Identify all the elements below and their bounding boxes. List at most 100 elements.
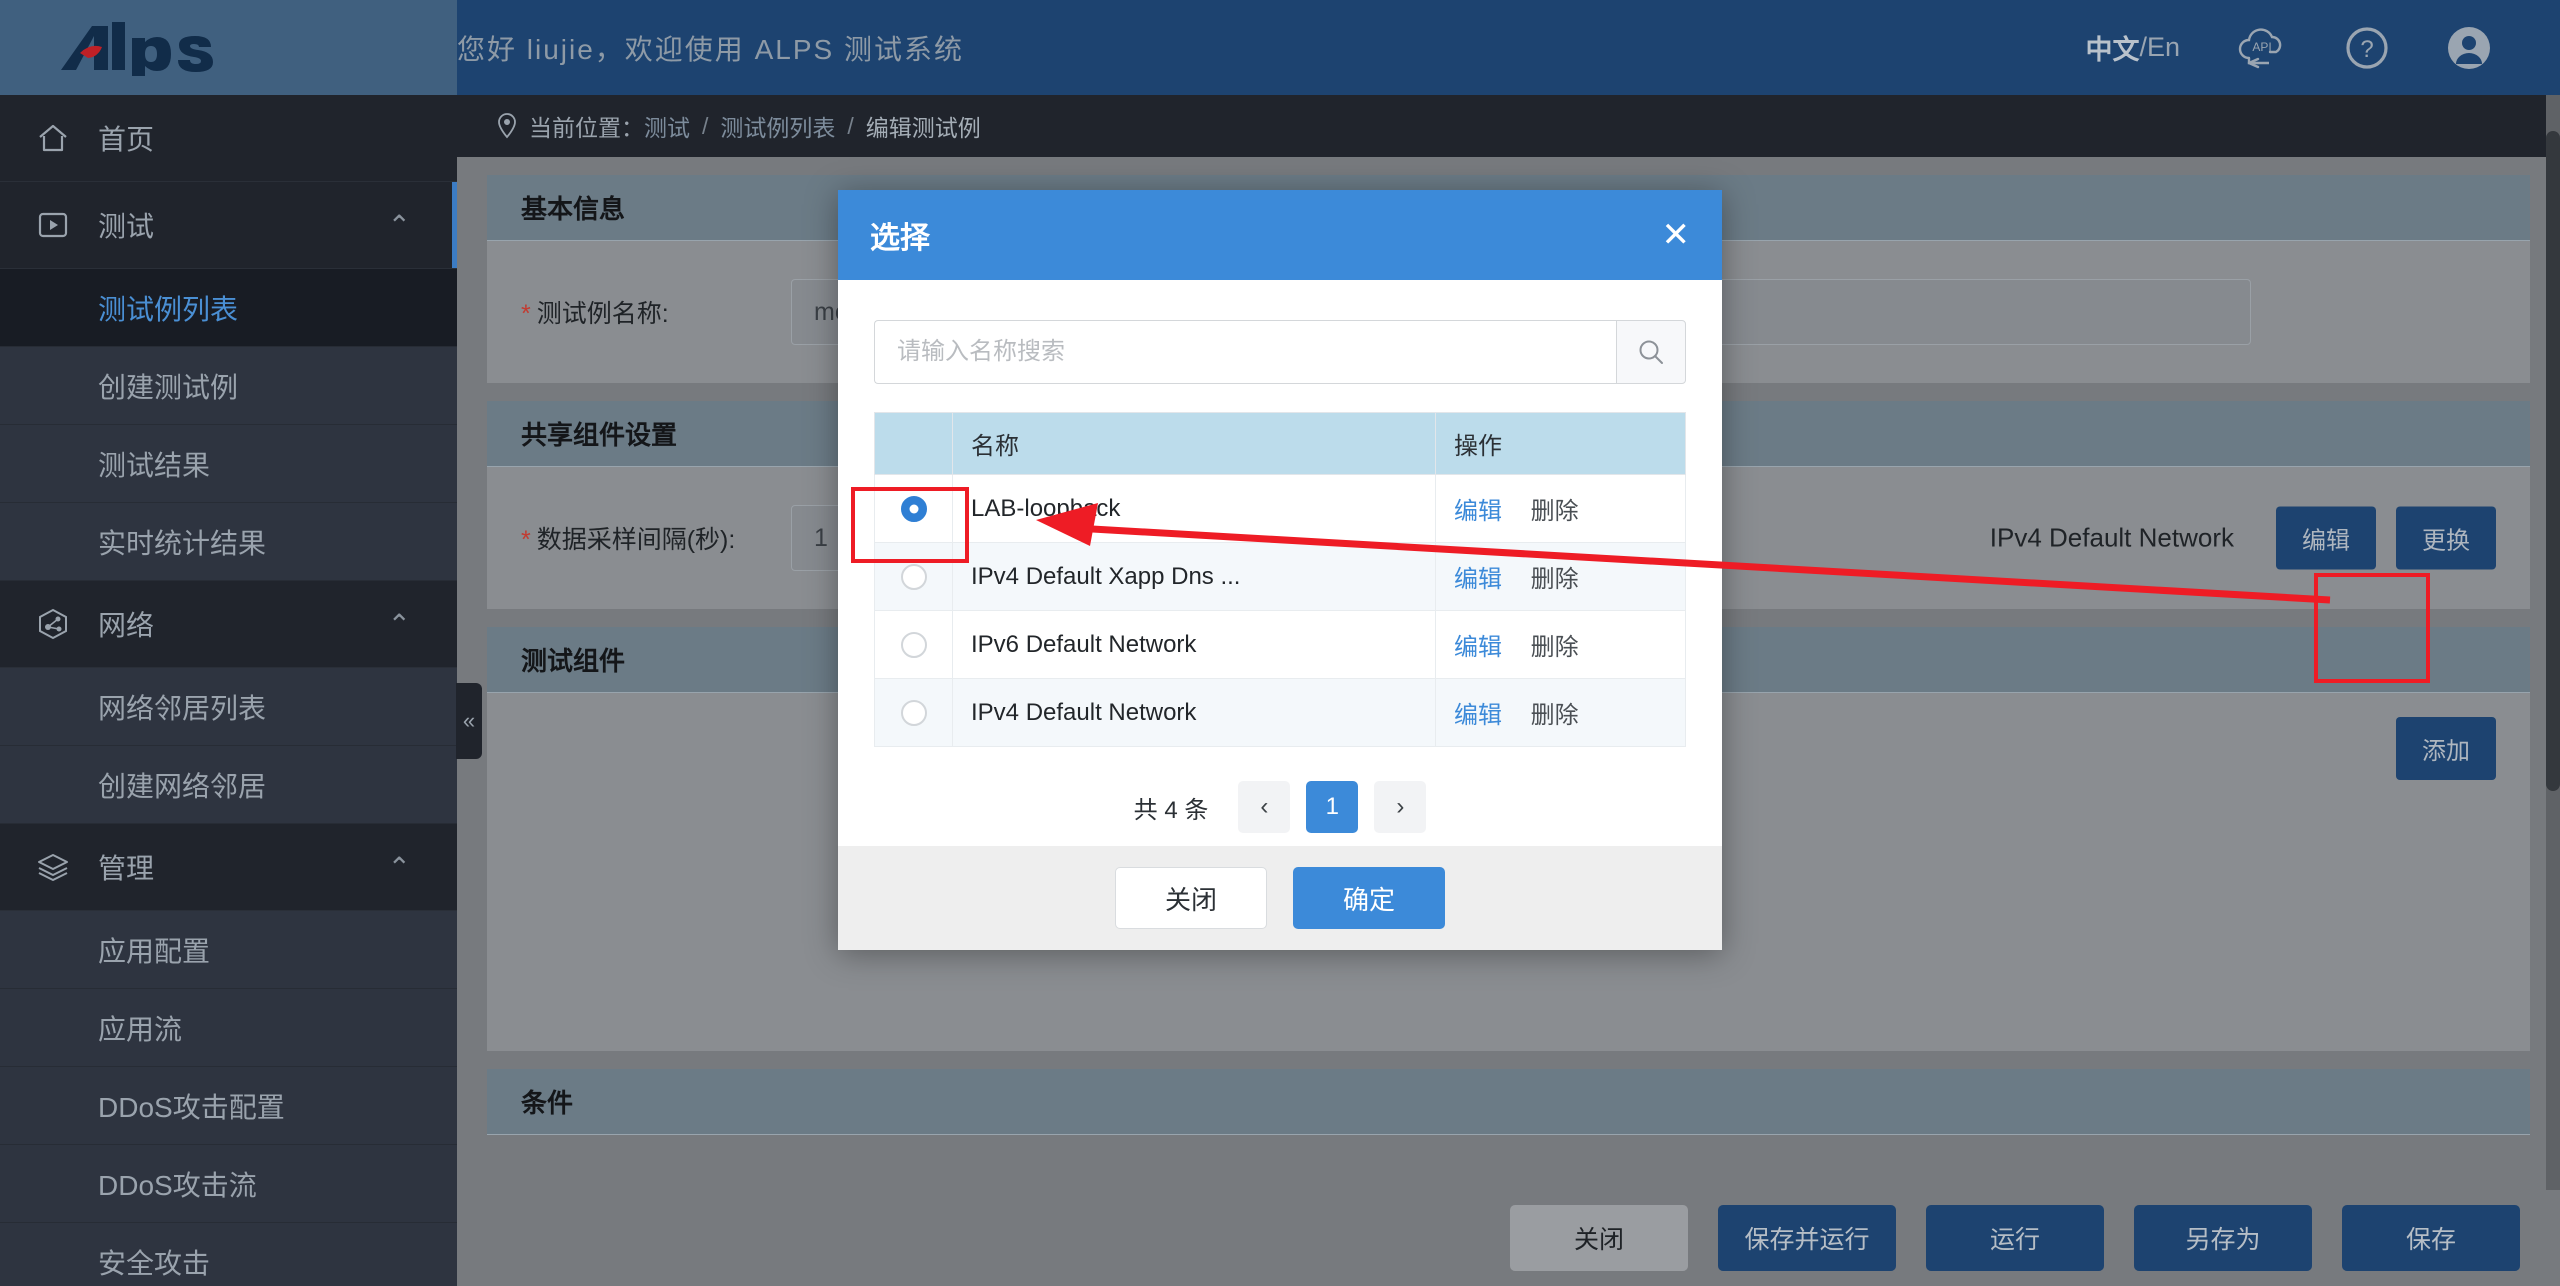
sidebar-item-app-flow[interactable]: 应用流 bbox=[0, 989, 457, 1067]
sidebar-item-home[interactable]: 首页 bbox=[0, 95, 457, 182]
language-switcher[interactable]: 中文 / En bbox=[2057, 0, 2208, 95]
row-radio-cell[interactable] bbox=[874, 542, 953, 611]
replace-network-button[interactable]: 更换 bbox=[2396, 506, 2496, 570]
page-close-button[interactable]: 关闭 bbox=[1510, 1205, 1688, 1271]
radio-button[interactable] bbox=[900, 564, 927, 591]
sidebar-item-ddos-flow[interactable]: DDoS攻击流 bbox=[0, 1145, 457, 1223]
sidebar-item-test-results[interactable]: 测试结果 bbox=[0, 425, 457, 503]
row-delete-link[interactable]: 删除 bbox=[1531, 702, 1579, 729]
sidebar-item-ddos-config[interactable]: DDoS攻击配置 bbox=[0, 1067, 457, 1145]
user-avatar-icon bbox=[2448, 26, 2490, 69]
row-edit-link[interactable]: 编辑 bbox=[1454, 566, 1502, 593]
row-delete-link[interactable]: 删除 bbox=[1531, 498, 1579, 525]
modal-body: 名称 操作 LAB-loopback 编辑 删除 bbox=[838, 280, 1722, 846]
table-row[interactable]: IPv6 Default Network 编辑 删除 bbox=[874, 610, 1686, 679]
sidebar-item-realtime-stats[interactable]: 实时统计结果 bbox=[0, 503, 457, 581]
breadcrumb-item-test[interactable]: 测试 bbox=[644, 109, 690, 143]
chevron-up-icon-test: ⌃ bbox=[387, 209, 411, 241]
required-asterisk-interval: * bbox=[521, 526, 531, 554]
close-icon[interactable]: ✕ bbox=[1662, 218, 1691, 252]
sidebar-group-network[interactable]: 网络 ⌃ bbox=[0, 581, 457, 668]
sidebar-item-test-case-list[interactable]: 测试例列表 bbox=[0, 269, 457, 347]
sidebar-label-test-results: 测试结果 bbox=[98, 449, 211, 481]
sidebar-label-create-neighbor: 创建网络邻居 bbox=[98, 770, 267, 802]
top-header-bar: 您好 liujie，欢迎使用 ALPS 测试系统 中文 / En API ? bbox=[0, 0, 2560, 95]
modal-confirm-button[interactable]: 确定 bbox=[1293, 867, 1445, 929]
sidebar-label-test: 测试 bbox=[98, 211, 155, 242]
sidebar-item-app-config[interactable]: 应用配置 bbox=[0, 911, 457, 989]
api-button[interactable]: API bbox=[2208, 0, 2316, 95]
table-row[interactable]: IPv4 Default Network 编辑 删除 bbox=[874, 678, 1686, 747]
label-sampling-interval: * 数据采样间隔(秒): bbox=[521, 520, 791, 556]
content-scrollbar-track[interactable] bbox=[2546, 95, 2560, 1286]
edit-network-button[interactable]: 编辑 bbox=[2276, 506, 2376, 570]
row-delete-link[interactable]: 删除 bbox=[1531, 634, 1579, 661]
panel-basic-info-title: 基本信息 bbox=[521, 194, 626, 224]
breadcrumb-item-test-case-list[interactable]: 测试例列表 bbox=[720, 109, 835, 143]
row-radio-cell[interactable] bbox=[874, 610, 953, 679]
user-avatar-button[interactable] bbox=[2418, 0, 2520, 95]
row-actions-cell: 编辑 删除 bbox=[1435, 474, 1686, 543]
save-as-button[interactable]: 另存为 bbox=[2134, 1205, 2312, 1271]
breadcrumb-separator-2: / bbox=[847, 112, 854, 139]
left-sidebar-nav[interactable]: 首页 测试 ⌃ 测试例列表 创建测试例 测试结果 实时统计结果 网络 ⌃ 网络邻… bbox=[0, 95, 457, 1286]
sidebar-group-test[interactable]: 测试 ⌃ bbox=[0, 182, 457, 269]
table-row[interactable]: LAB-loopback 编辑 删除 bbox=[874, 474, 1686, 543]
pagination: 共 4 条 ‹ 1 › bbox=[874, 781, 1686, 833]
run-button[interactable]: 运行 bbox=[1926, 1205, 2104, 1271]
panel-conditions: 条件 bbox=[487, 1069, 2530, 1135]
language-cn-label: 中文 bbox=[2085, 35, 2140, 65]
th-name: 名称 bbox=[952, 412, 1436, 475]
save-and-run-button[interactable]: 保存并运行 bbox=[1718, 1205, 1896, 1271]
breadcrumb-item-current: 编辑测试例 bbox=[865, 115, 981, 141]
table-row[interactable]: IPv4 Default Xapp Dns ... 编辑 删除 bbox=[874, 542, 1686, 611]
shared-network-name: IPv4 Default Network bbox=[1989, 522, 2234, 553]
radio-button[interactable] bbox=[900, 632, 927, 659]
search-button[interactable] bbox=[1616, 320, 1686, 384]
sidebar-item-create-test-case[interactable]: 创建测试例 bbox=[0, 347, 457, 425]
search-icon bbox=[1639, 340, 1663, 364]
sidebar-label-create-test-case: 创建测试例 bbox=[98, 371, 239, 403]
row-edit-link[interactable]: 编辑 bbox=[1454, 634, 1502, 661]
row-actions-cell: 编辑 删除 bbox=[1435, 542, 1686, 611]
location-pin-icon bbox=[497, 113, 517, 139]
save-button[interactable]: 保存 bbox=[2342, 1205, 2520, 1271]
add-component-button[interactable]: 添加 bbox=[2396, 717, 2496, 780]
sidebar-label-app-config: 应用配置 bbox=[98, 935, 211, 967]
pagination-prev-button[interactable]: ‹ bbox=[1238, 781, 1291, 833]
search-bar bbox=[874, 320, 1686, 384]
content-scrollbar-thumb[interactable] bbox=[2546, 131, 2560, 791]
row-delete-link[interactable]: 删除 bbox=[1531, 566, 1579, 593]
search-input[interactable] bbox=[874, 320, 1616, 384]
sidebar-item-neighbor-list[interactable]: 网络邻居列表 bbox=[0, 668, 457, 746]
api-cloud-icon: API bbox=[2238, 27, 2282, 68]
modal-cancel-button[interactable]: 关闭 bbox=[1115, 867, 1267, 929]
label-text-test-case-name: 测试例名称: bbox=[536, 300, 669, 328]
row-edit-link[interactable]: 编辑 bbox=[1454, 702, 1502, 729]
table-header-row: 名称 操作 bbox=[874, 412, 1686, 475]
layers-icon bbox=[36, 850, 98, 884]
pagination-next-button[interactable]: › bbox=[1374, 781, 1427, 833]
logo-area[interactable] bbox=[0, 0, 457, 95]
play-icon bbox=[36, 208, 98, 242]
radio-button[interactable] bbox=[900, 700, 927, 727]
sidebar-label-app-flow: 应用流 bbox=[98, 1013, 183, 1045]
sidebar-collapse-handle[interactable]: « bbox=[456, 683, 482, 759]
row-radio-cell[interactable] bbox=[874, 474, 953, 543]
help-button[interactable]: ? bbox=[2316, 0, 2418, 95]
sidebar-item-security-attack[interactable]: 安全攻击 bbox=[0, 1223, 457, 1286]
panel-conditions-title: 条件 bbox=[521, 1088, 574, 1118]
greeting-text: 您好 liujie，欢迎使用 ALPS 测试系统 bbox=[457, 33, 964, 65]
pagination-page-1[interactable]: 1 bbox=[1306, 781, 1359, 833]
pagination-total: 共 4 条 bbox=[1133, 796, 1209, 824]
sidebar-item-create-neighbor[interactable]: 创建网络邻居 bbox=[0, 746, 457, 824]
shared-network-controls: IPv4 Default Network 编辑 更换 bbox=[1989, 506, 2496, 570]
breadcrumb-prefix: 当前位置： bbox=[529, 115, 644, 141]
th-actions: 操作 bbox=[1435, 412, 1686, 475]
row-radio-cell[interactable] bbox=[874, 678, 953, 747]
sidebar-group-manage[interactable]: 管理 ⌃ bbox=[0, 824, 457, 911]
th-select bbox=[874, 412, 953, 475]
row-edit-link[interactable]: 编辑 bbox=[1454, 498, 1502, 525]
radio-button-selected[interactable] bbox=[900, 496, 927, 523]
svg-text:API: API bbox=[2252, 40, 2271, 54]
